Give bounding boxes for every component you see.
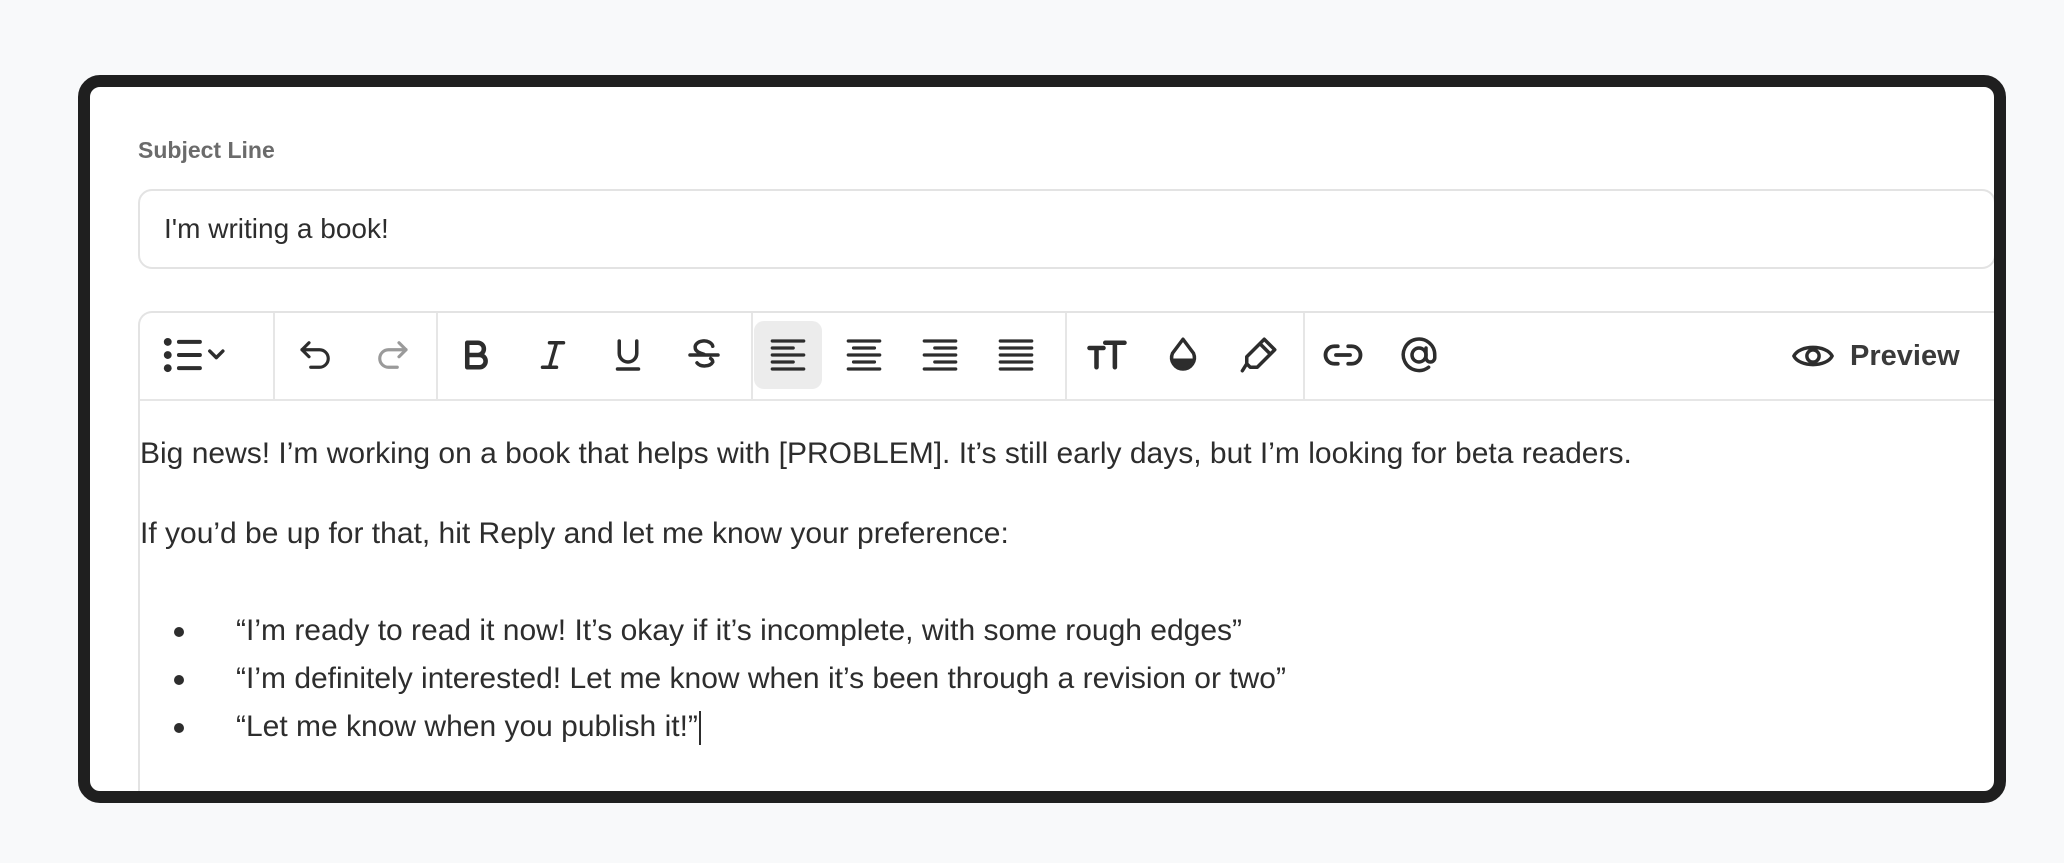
- strikethrough-icon: [688, 339, 720, 368]
- list-item: “I’m ready to read it now! It’s okay if …: [140, 607, 1286, 655]
- underline-icon: [615, 339, 641, 371]
- text-size-icon: [1087, 340, 1127, 370]
- highlighter-icon: [1240, 337, 1277, 373]
- list-item-text: “I’m ready to read it now! It’s okay if …: [236, 614, 1243, 647]
- bullet-list: “I’m ready to read it now! It’s okay if …: [140, 607, 1286, 751]
- redo-button[interactable]: [358, 321, 426, 389]
- mention-button[interactable]: [1385, 321, 1453, 389]
- list-dropdown-button[interactable]: [150, 321, 238, 389]
- redo-icon: [378, 341, 408, 369]
- undo-icon: [300, 341, 330, 369]
- undo-button[interactable]: [282, 321, 350, 389]
- body-paragraph: Big news! I’m working on a book that hel…: [140, 437, 1632, 470]
- color-drop-icon: [1169, 337, 1197, 371]
- highlight-button[interactable]: [1225, 321, 1293, 389]
- italic-icon: [540, 341, 566, 369]
- toolbar-divider: [436, 313, 438, 399]
- preview-button[interactable]: Preview: [1790, 327, 1960, 385]
- underline-button[interactable]: [594, 321, 662, 389]
- italic-button[interactable]: [519, 321, 587, 389]
- align-center-button[interactable]: [830, 321, 898, 389]
- eye-icon: [1792, 345, 1834, 367]
- link-icon: [1323, 344, 1363, 366]
- text-cursor: [698, 711, 701, 746]
- toolbar-divider: [1303, 313, 1305, 399]
- list-item: “I’m definitely interested! Let me know …: [140, 655, 1286, 703]
- at-sign-icon: [1401, 337, 1437, 373]
- align-justify-button[interactable]: [982, 321, 1050, 389]
- formatting-toolbar: Preview: [140, 313, 1994, 401]
- editor-window: Subject Line I'm writing a book! Preview…: [78, 75, 2006, 803]
- list-item: “Let me know when you publish it!”: [140, 703, 1286, 751]
- subject-line-label: Subject Line: [138, 137, 275, 163]
- subject-line-input[interactable]: [138, 189, 1994, 269]
- text-color-button[interactable]: [1149, 321, 1217, 389]
- bold-icon: [464, 340, 488, 370]
- bold-button[interactable]: [442, 321, 510, 389]
- bullet-dot: [174, 723, 184, 733]
- align-right-icon: [922, 339, 958, 371]
- strikethrough-button[interactable]: [670, 321, 738, 389]
- list-item-text: “I’m definitely interested! Let me know …: [236, 662, 1286, 695]
- bullet-dot: [174, 627, 184, 637]
- align-right-button[interactable]: [906, 321, 974, 389]
- align-center-icon: [846, 339, 882, 371]
- link-button[interactable]: [1309, 321, 1377, 389]
- toolbar-divider: [751, 313, 753, 399]
- bulleted-list-icon: [163, 337, 225, 373]
- toolbar-divider: [1065, 313, 1067, 399]
- body-paragraph: If you’d be up for that, hit Reply and l…: [140, 517, 1009, 550]
- align-justify-icon: [998, 339, 1034, 371]
- bullet-dot: [174, 675, 184, 685]
- preview-label: Preview: [1850, 339, 1960, 372]
- toolbar-divider: [273, 313, 275, 399]
- rich-text-editor: Preview Big news! I’m working on a book …: [138, 311, 1994, 791]
- align-left-icon: [770, 339, 806, 371]
- align-left-button[interactable]: [754, 321, 822, 389]
- font-size-button[interactable]: [1073, 321, 1141, 389]
- list-item-text: “Let me know when you publish it!”: [236, 710, 698, 743]
